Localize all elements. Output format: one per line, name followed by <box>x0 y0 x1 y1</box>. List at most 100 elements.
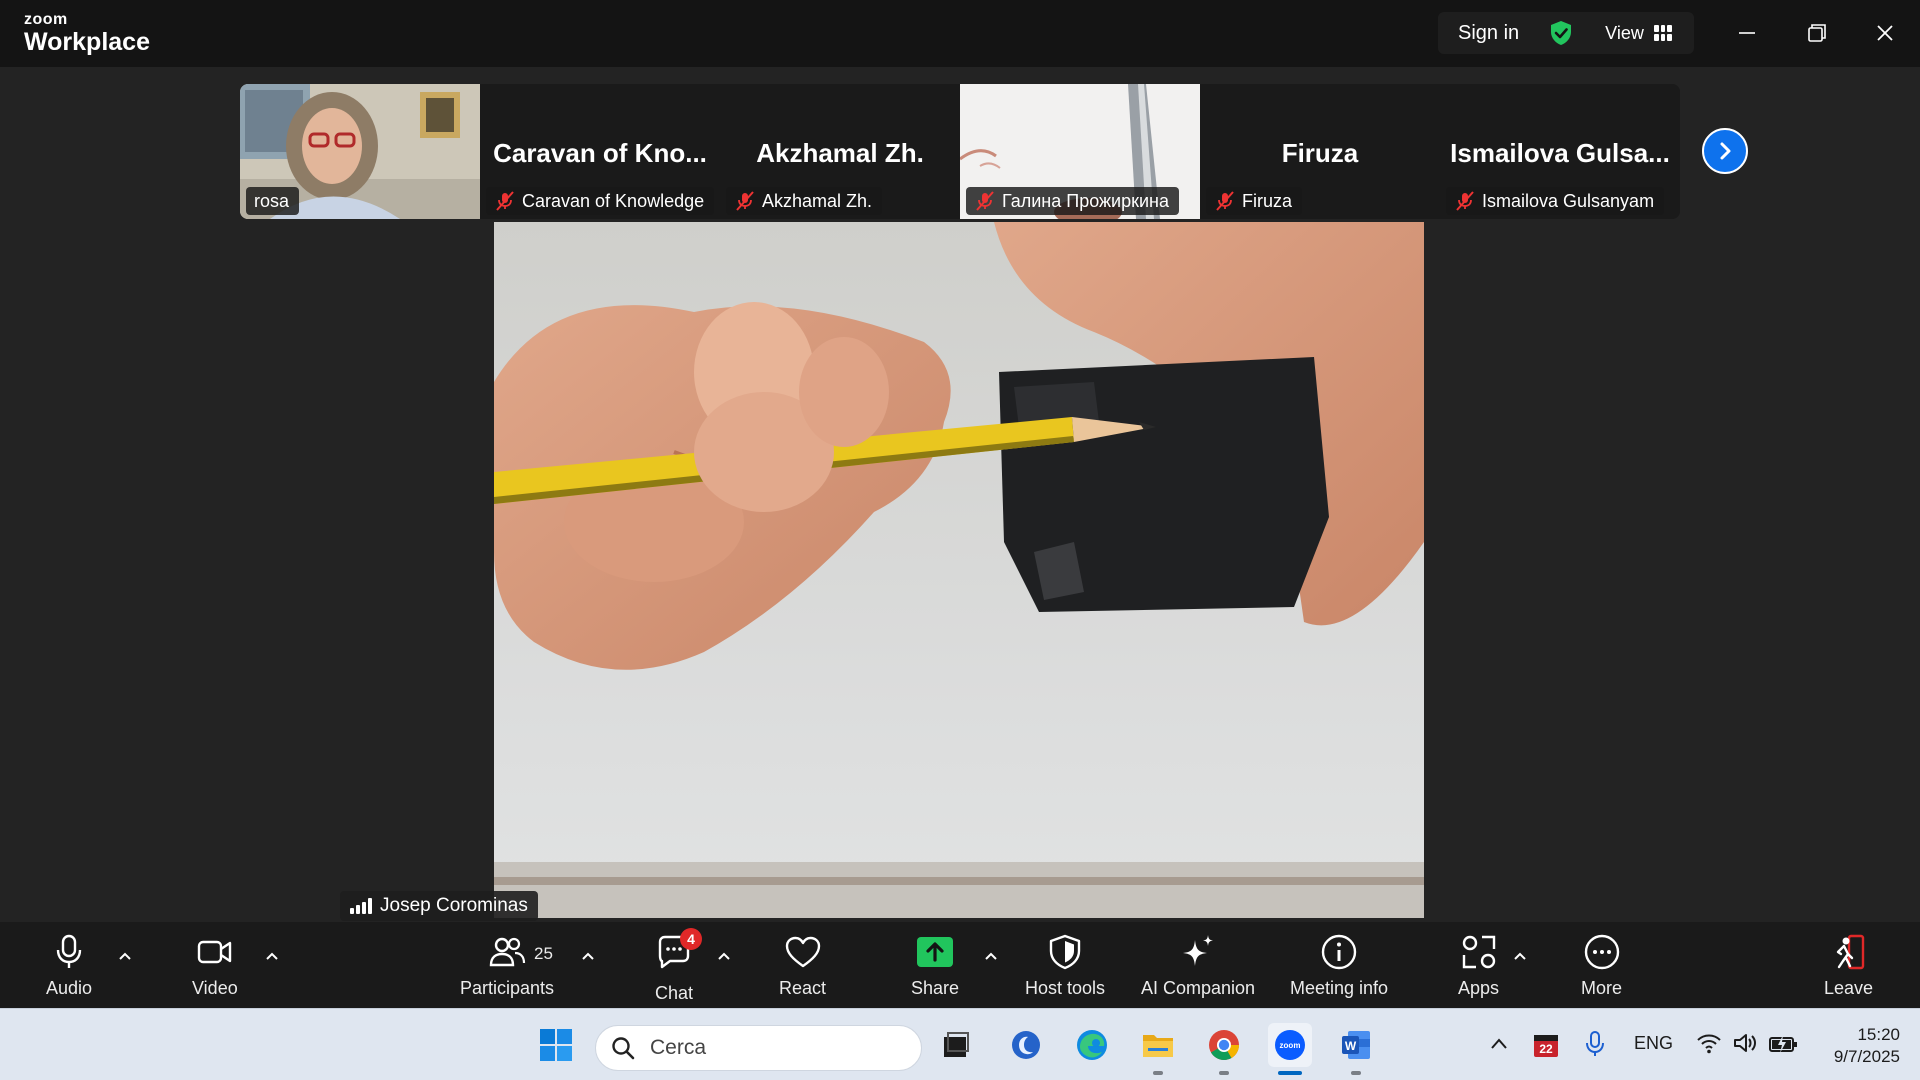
participant-display-name: Akzhamal Zh. <box>756 138 924 168</box>
title-actions: Sign in View <box>1438 12 1694 54</box>
taskbar-app-edge[interactable] <box>1070 1023 1114 1067</box>
more-button[interactable]: More <box>1581 932 1622 999</box>
restore-icon[interactable] <box>1800 16 1834 50</box>
word-app-icon: W <box>1342 1031 1370 1059</box>
react-button[interactable]: React <box>779 932 826 999</box>
brand-zoom: zoom <box>24 11 68 28</box>
leave-meeting-icon <box>1836 934 1864 970</box>
taskbar-search[interactable]: Cerca <box>595 1025 922 1071</box>
taskbar-app-copilot[interactable] <box>1004 1023 1048 1067</box>
participant-tile-rosa[interactable]: rosa <box>240 84 480 219</box>
taskbar-app-word[interactable]: W <box>1334 1023 1378 1075</box>
share-screen-icon <box>917 937 954 967</box>
meeting-info-button[interactable]: Meeting info <box>1290 932 1388 999</box>
chrome-browser-icon <box>1209 1030 1239 1061</box>
brand-workplace: Workplace <box>24 28 150 56</box>
participant-label: rosa <box>246 187 300 215</box>
mic-muted-icon <box>1216 191 1234 211</box>
share-options-chevron-up-icon[interactable] <box>983 950 999 962</box>
chat-unread-badge: 4 <box>680 928 702 950</box>
participant-label: Firuza <box>1206 187 1303 215</box>
participant-display-name: Ismailova Gulsa... <box>1450 138 1670 168</box>
security-shield-icon[interactable] <box>1549 20 1573 46</box>
apps-button[interactable]: Apps <box>1458 932 1499 999</box>
mic-muted-icon <box>1456 191 1474 211</box>
participant-label: Ismailova Gulsanyam <box>1446 187 1665 215</box>
active-speaker-video <box>494 222 1424 918</box>
video-button[interactable]: Video <box>192 932 238 999</box>
chat-button[interactable]: 4 Chat <box>654 928 702 1004</box>
gallery-strip: rosa Caravan of Kno... Caravan of Knowle… <box>240 84 1680 219</box>
participant-tile-firuza[interactable]: Firuza Firuza <box>1200 84 1440 219</box>
participant-display-name: Firuza <box>1281 138 1359 168</box>
participant-tile-ismailova[interactable]: Ismailova Gulsa... Ismailova Gulsanyam <box>1440 84 1680 219</box>
audio-button[interactable]: Audio <box>46 932 92 999</box>
participant-tile-caravan[interactable]: Caravan of Kno... Caravan of Knowledge <box>480 84 720 219</box>
app-logo: zoom Workplace <box>24 12 150 55</box>
leave-button[interactable]: Leave <box>1824 932 1873 999</box>
chevron-right-icon <box>1720 142 1731 160</box>
connection-signal-icon <box>350 898 372 914</box>
start-button[interactable] <box>534 1023 578 1067</box>
clock-date: 9/7/2025 <box>1833 1047 1900 1066</box>
microphone-tray-icon[interactable] <box>1584 1029 1606 1059</box>
battery-charging-icon[interactable] <box>1768 1033 1798 1055</box>
windows-taskbar: Cerca zoom W 22 ENG 15:20 9/7/2025 <box>0 1008 1920 1080</box>
wifi-icon[interactable] <box>1696 1031 1722 1055</box>
apps-options-chevron-up-icon[interactable] <box>1512 950 1528 962</box>
show-hidden-icons-chevron-up-icon[interactable] <box>1488 1033 1510 1055</box>
taskbar-app-chrome[interactable] <box>1202 1023 1246 1075</box>
apps-icon <box>1462 935 1495 969</box>
video-options-chevron-up-icon[interactable] <box>264 950 280 962</box>
participants-button[interactable]: Participants <box>460 932 554 999</box>
view-grid-icon[interactable] <box>1653 25 1672 41</box>
share-button[interactable]: Share <box>911 932 959 999</box>
copilot-icon <box>1012 1031 1040 1059</box>
microphone-icon <box>56 934 82 968</box>
sparkle-icon <box>1183 935 1214 966</box>
taskbar-app-zoom[interactable]: zoom <box>1268 1023 1312 1075</box>
view-button[interactable]: View <box>1605 23 1644 44</box>
host-shield-icon <box>1049 934 1081 970</box>
chat-options-chevron-up-icon[interactable] <box>716 950 732 962</box>
mic-muted-icon <box>496 191 514 211</box>
info-icon <box>1321 934 1357 970</box>
task-view-button[interactable] <box>934 1023 978 1067</box>
participant-display-name: Caravan of Kno... <box>493 138 707 168</box>
speaker-name-label: Josep Corominas <box>340 891 538 921</box>
mic-muted-icon <box>976 191 994 211</box>
close-icon[interactable] <box>1868 16 1902 50</box>
participant-tile-galina[interactable]: Галина Прожиркина <box>959 84 1200 219</box>
windows-logo-icon <box>540 1029 572 1061</box>
minimize-icon[interactable] <box>1730 16 1764 50</box>
speaker-video-frame <box>494 222 1424 918</box>
mic-muted-icon <box>736 191 754 211</box>
taskbar-app-file-explorer[interactable] <box>1136 1023 1180 1075</box>
gallery-next-button[interactable] <box>1702 128 1748 174</box>
svg-text:W: W <box>1345 1039 1357 1053</box>
audio-options-chevron-up-icon[interactable] <box>117 950 133 962</box>
heart-icon <box>785 936 820 968</box>
svg-text:zoom: zoom <box>1280 1041 1301 1050</box>
participant-tile-akzhamal[interactable]: Akzhamal Zh. Akzhamal Zh. <box>720 84 960 219</box>
participant-label: Caravan of Knowledge <box>486 187 715 215</box>
participants-count: 25 <box>534 944 553 963</box>
participants-icon <box>489 937 526 967</box>
input-language[interactable]: ENG <box>1634 1033 1673 1054</box>
calendar-day: 22 <box>1539 1042 1553 1056</box>
more-dots-icon <box>1584 934 1619 970</box>
ai-companion-button[interactable]: AI Companion <box>1141 932 1255 999</box>
volume-icon[interactable] <box>1732 1031 1758 1055</box>
participants-options-chevron-up-icon[interactable] <box>580 950 596 962</box>
host-tools-button[interactable]: Host tools <box>1025 932 1105 999</box>
search-icon <box>612 1037 635 1060</box>
sign-in-button[interactable]: Sign in <box>1458 22 1519 45</box>
calendar-tray-icon[interactable]: 22 <box>1532 1029 1560 1059</box>
meeting-toolbar: Audio Video Participants 25 4 Chat React… <box>0 922 1920 1008</box>
clock-time: 15:20 <box>1857 1025 1900 1044</box>
system-clock[interactable]: 15:20 9/7/2025 <box>1800 1024 1900 1068</box>
title-bar: zoom Workplace Sign in View <box>0 0 1920 67</box>
edge-browser-icon <box>1077 1030 1107 1060</box>
folder-icon <box>1143 1035 1173 1057</box>
search-placeholder: Cerca <box>650 1036 707 1059</box>
